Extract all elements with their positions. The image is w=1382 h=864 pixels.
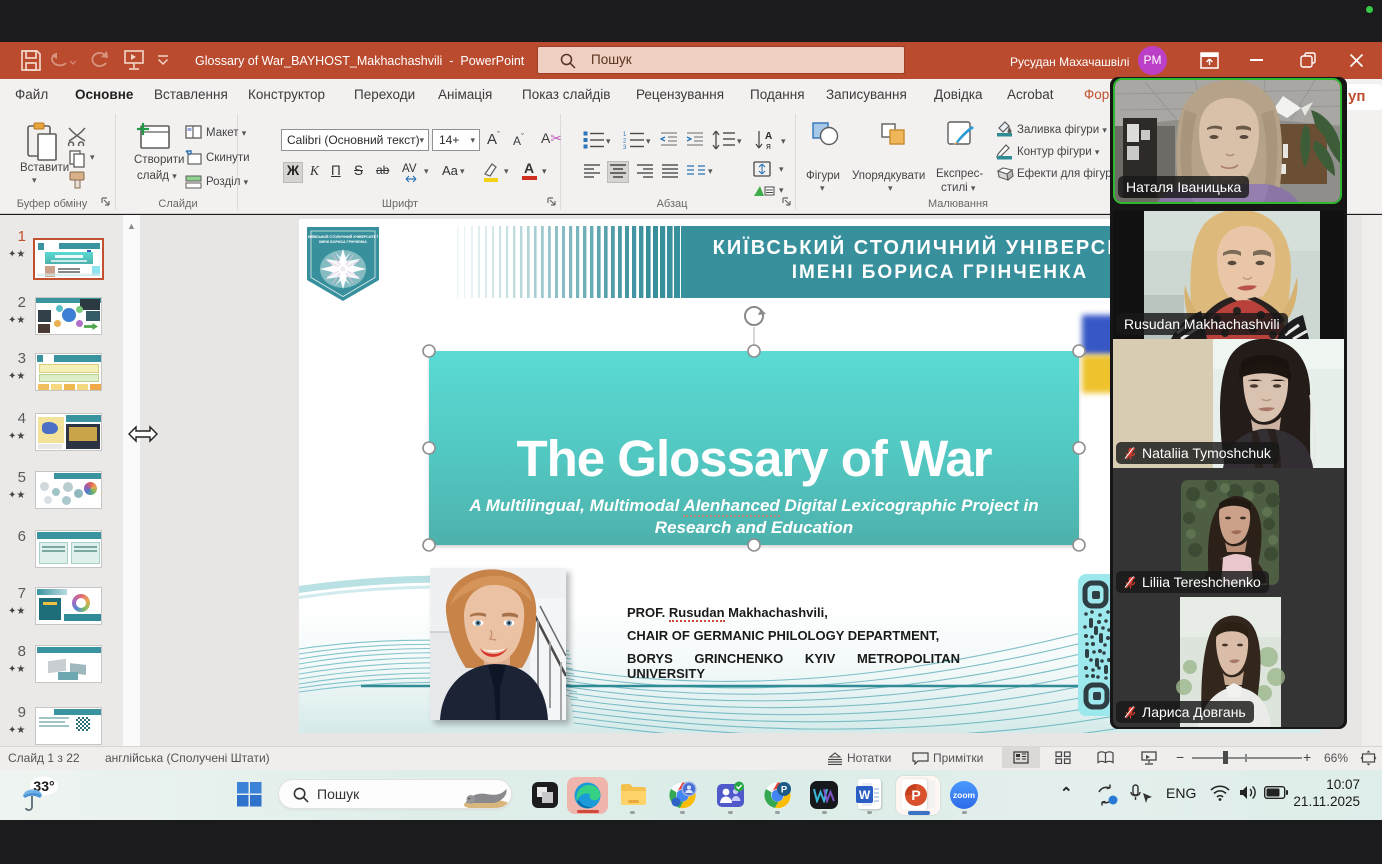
svg-text:ІМЕНІ БОРИСА ГРІНЧЕНКА: ІМЕНІ БОРИСА ГРІНЧЕНКА xyxy=(319,240,367,244)
svg-text:W: W xyxy=(859,788,871,802)
svg-text:P: P xyxy=(911,787,920,803)
svg-text:P: P xyxy=(781,785,788,796)
svg-text:1: 1 xyxy=(623,132,627,138)
svg-text:3: 3 xyxy=(623,145,627,149)
svg-text:я: я xyxy=(766,141,771,151)
svg-text:2: 2 xyxy=(623,139,627,145)
svg-text:КИЇВСЬКИЙ СТОЛИЧНИЙ УНІВЕРСИТЕ: КИЇВСЬКИЙ СТОЛИЧНИЙ УНІВЕРСИТЕТ xyxy=(308,235,379,239)
